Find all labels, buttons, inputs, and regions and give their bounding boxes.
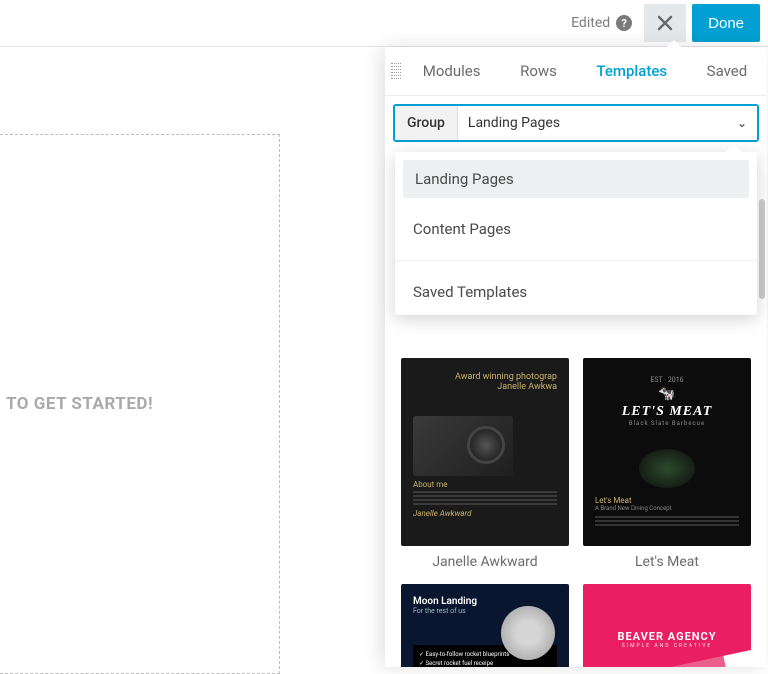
help-icon[interactable]: ? xyxy=(616,15,632,31)
done-button[interactable]: Done xyxy=(692,4,760,42)
template-name: Janelle Awkward xyxy=(432,554,537,570)
drag-handle-icon[interactable] xyxy=(385,47,403,95)
template-card-moon[interactable]: Moon Landing For the rest of us ✓ Easy-t… xyxy=(401,584,569,667)
moon-icon xyxy=(501,606,555,660)
herb-icon xyxy=(639,449,695,488)
tab-rows[interactable]: Rows xyxy=(520,47,557,95)
tab-modules[interactable]: Modules xyxy=(423,47,481,95)
dropdown-item-landing[interactable]: Landing Pages xyxy=(403,160,749,198)
thumb-section-sub: A Brand New Dining Concept xyxy=(595,505,672,512)
edited-status: Edited ? xyxy=(571,15,632,31)
dropdown-separator xyxy=(395,260,757,261)
thumb-brand: LET'S MEAT xyxy=(622,404,713,420)
canvas-placeholder: TO GET STARTED! xyxy=(0,394,153,414)
camera-icon xyxy=(413,416,513,476)
thumb-crest: EST · 2016 xyxy=(650,376,683,384)
tab-templates[interactable]: Templates xyxy=(596,47,667,95)
canvas-drop-area[interactable]: TO GET STARTED! xyxy=(0,134,280,674)
dropdown-item-content[interactable]: Content Pages xyxy=(395,206,757,252)
content-panel: Modules Rows Templates Saved Group Landi… xyxy=(385,47,767,667)
group-dropdown: Landing Pages Content Pages Saved Templa… xyxy=(395,152,757,315)
bullet-2: ✓ Secret rocket fuel receipe xyxy=(419,660,551,667)
edited-label: Edited xyxy=(571,15,610,31)
pencil-icon xyxy=(648,649,751,667)
panel-arrow-icon xyxy=(666,40,682,48)
thumb-sub: SIMPLE AND CREATIVE xyxy=(622,643,712,649)
scrollbar[interactable] xyxy=(759,199,765,299)
close-icon xyxy=(656,14,674,32)
group-label: Group xyxy=(395,106,458,140)
thumb-title: BEAVER AGENCY xyxy=(617,630,716,643)
template-thumb: BEAVER AGENCY SIMPLE AND CREATIVE xyxy=(583,584,751,667)
template-thumb: Moon Landing For the rest of us ✓ Easy-t… xyxy=(401,584,569,667)
panel-tabs: Modules Rows Templates Saved xyxy=(403,47,767,95)
thumb-subhead: Janelle Awkwa xyxy=(413,382,557,392)
group-selector: Group Landing Pages ⌄ xyxy=(393,104,759,142)
template-card-meat[interactable]: EST · 2016 🐄 LET'S MEAT Black Slate Barb… xyxy=(583,358,751,570)
group-select[interactable]: Landing Pages ⌄ xyxy=(458,106,757,140)
cow-icon: 🐄 xyxy=(658,386,675,402)
dropdown-arrow-icon xyxy=(725,144,743,153)
panel-header: Modules Rows Templates Saved xyxy=(385,47,767,96)
close-button[interactable] xyxy=(644,4,686,42)
dropdown-item-saved[interactable]: Saved Templates xyxy=(395,269,757,315)
crest-right: 2016 xyxy=(668,376,684,384)
top-bar: Edited ? Done xyxy=(0,0,768,47)
crest-left: EST xyxy=(650,376,662,384)
thumb-about-label: About me xyxy=(413,480,557,489)
template-card-janelle[interactable]: Award winning photograp Janelle Awkwa Ab… xyxy=(401,358,569,570)
thumb-headline: Award winning photograp xyxy=(413,372,557,382)
template-card-beaver[interactable]: BEAVER AGENCY SIMPLE AND CREATIVE xyxy=(583,584,751,667)
template-thumb: EST · 2016 🐄 LET'S MEAT Black Slate Barb… xyxy=(583,358,751,546)
thumb-section: Let's Meat xyxy=(595,496,632,505)
thumb-title: Moon Landing xyxy=(413,596,557,607)
template-name: Let's Meat xyxy=(635,554,699,570)
thumb-signature: Janelle Awkward xyxy=(413,509,557,518)
template-thumb: Award winning photograp Janelle Awkwa Ab… xyxy=(401,358,569,546)
chevron-down-icon: ⌄ xyxy=(737,116,747,130)
group-selected-text: Landing Pages xyxy=(468,115,560,131)
thumb-tagline: Black Slate Barbecue xyxy=(629,420,705,427)
tab-saved[interactable]: Saved xyxy=(707,47,748,95)
